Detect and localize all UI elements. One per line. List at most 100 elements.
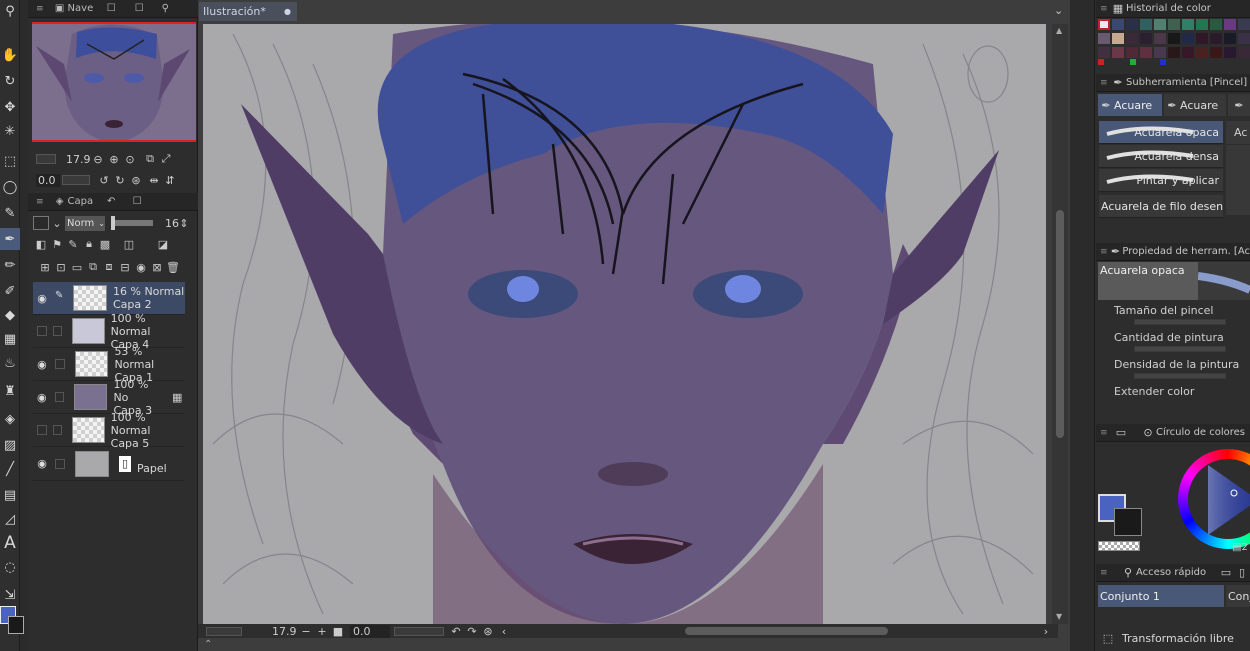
color-swatch[interactable] [1112,47,1124,58]
ruler-icon[interactable]: ◪ [155,236,171,252]
layer-row[interactable]: ◉ ✎ 16 % Normal Capa 2 [33,282,185,315]
color-swatch[interactable] [1098,33,1110,44]
color-swatch[interactable] [1224,33,1236,44]
panel-icon-2[interactable]: ▯ [1234,565,1250,581]
layer-mask-icon[interactable]: ◉ [133,259,149,275]
color-swatch[interactable] [1168,33,1180,44]
angle-value[interactable]: 0.0 [350,624,390,638]
move-tool-icon[interactable]: ✥ [0,96,20,118]
color-swatch[interactable] [1154,47,1166,58]
brush-item-side[interactable]: Ac [1226,121,1250,144]
eyedropper-tool-icon[interactable]: ✎ [0,202,20,224]
scroll-left-icon[interactable]: ‹ [496,623,512,639]
horizontal-scroll-thumb[interactable] [685,627,888,635]
apply-mask-icon[interactable]: ⊠ [149,259,165,275]
sub-color-swatch[interactable] [8,616,24,634]
color-swatch[interactable] [1238,33,1250,44]
canvas[interactable] [203,24,1046,624]
color-swatch[interactable] [1196,19,1208,30]
color-swatch[interactable] [1182,19,1194,30]
vertical-scroll-thumb[interactable] [1056,210,1064,438]
close-icon[interactable]: ● [284,7,291,16]
color-swatch[interactable] [1210,33,1222,44]
zoom-slider[interactable] [36,154,56,164]
layer-icon[interactable]: ◈ [52,194,68,210]
reset-rotation-icon[interactable]: ⊛ [128,172,144,188]
fit-window-icon[interactable]: ⧉ [142,151,158,167]
color-swatch[interactable] [1238,47,1250,58]
color-swatch[interactable] [1126,47,1138,58]
layer-row[interactable]: ◉ 53 % Normal Capa 1 [33,345,185,384]
chevron-down-icon[interactable]: ⌄ [1054,4,1063,17]
brush-item[interactable]: Acuarela de filo desenfoc [1099,195,1223,218]
merge-down-icon[interactable]: ⧈ [101,259,117,275]
expand-panel-icon[interactable]: ⌃ [204,639,212,650]
search-icon[interactable]: ⚲ [1120,565,1136,581]
color-swatch[interactable] [1168,19,1180,30]
quick-access-set-tab[interactable]: Conjunto 1 [1098,585,1224,607]
brush-item[interactable]: Pintar y aplicar [1099,169,1223,192]
layer-row[interactable]: ◉ 100 % No Capa 3 ▦ [33,378,185,417]
rotate-left-icon[interactable]: ↺ [96,172,112,188]
pen-tool-icon[interactable]: ✏ [0,254,20,276]
color-swatch[interactable] [1098,19,1110,30]
visibility-checkbox[interactable] [37,326,47,336]
stepper-icon[interactable]: ⇕ [179,215,189,231]
color-swatch[interactable] [1154,19,1166,30]
new-vector-layer-icon[interactable]: ⊡ [53,259,69,275]
brush-size-slider[interactable] [1134,319,1226,325]
frame-tool-icon[interactable]: ▤ [0,484,20,506]
color-swatch[interactable] [1160,59,1166,65]
opacity-slider[interactable] [111,216,153,230]
lock-checkbox[interactable] [52,425,63,435]
zoom-out-icon[interactable]: − [298,623,314,639]
color-wheel-icon[interactable]: ⊙ [1140,425,1156,441]
zoom-tool-icon[interactable]: ⚲ [0,0,20,22]
color-swatch[interactable] [1126,33,1138,44]
color-swatch[interactable] [1210,47,1222,58]
eye-icon[interactable]: ◉ [33,358,51,371]
lock-transparent-icon[interactable]: ▩ [97,236,113,252]
new-folder-icon[interactable]: ▭ [69,259,85,275]
color-swatch[interactable] [1224,19,1236,30]
navigator-tab[interactable]: Nave [68,3,94,14]
history-tab-icon[interactable]: ↶ [103,194,119,210]
color-swatch[interactable] [1168,47,1180,58]
nav-zoom-value[interactable]: 17.9 [66,153,91,166]
angle-slider[interactable] [62,175,90,185]
reference-icon[interactable]: ⚑ [49,236,65,252]
eye-icon[interactable]: ◉ [33,391,51,404]
reset-rotation-icon[interactable]: ⊛ [480,623,496,639]
quick-access-set2-tab[interactable]: Conj [1226,585,1250,607]
layer-row[interactable]: 100 % Normal Capa 5 [33,411,185,450]
bucket-tool-icon[interactable]: ◈ [0,408,20,430]
property-tab-icon[interactable]: ☐ [129,194,145,210]
pencil-tool-icon[interactable]: ✐ [0,280,20,302]
color-swatch[interactable] [1112,33,1124,44]
sub-color-box[interactable] [1114,508,1142,536]
chevron-down-icon[interactable]: ⌄ [49,215,65,231]
lock-checkbox[interactable] [52,326,63,336]
subtool-tab-watercolor-2[interactable]: ✒ Acuare [1164,94,1226,116]
copy-layer-icon[interactable]: ⧉ [85,259,101,275]
color-swatch[interactable] [1112,19,1124,30]
layer-color-box[interactable] [33,216,49,230]
merge-visible-icon[interactable]: ⊟ [117,259,133,275]
lock-checkbox[interactable] [55,458,65,469]
ruler-tool-icon[interactable]: ◿ [0,508,20,530]
sparkle-tool-icon[interactable]: ✳ [0,120,20,142]
hand-tool-icon[interactable]: ✋ [0,44,20,66]
panel-icon[interactable]: ▭ [1218,565,1234,581]
navigator-preview[interactable] [32,22,196,142]
mask-icon[interactable]: ◫ [121,236,137,252]
eraser-tool-icon[interactable]: ◆ [0,304,20,326]
blend-tool-icon[interactable]: ♨ [0,352,20,374]
lasso-tool-icon[interactable]: ◯ [0,176,20,198]
quick-access-item[interactable]: ⬚ Transformación libre [1100,629,1250,647]
rotate-tool-icon[interactable]: ↻ [0,70,20,92]
paint-amount-slider[interactable] [1134,346,1226,352]
layer-row[interactable]: ◉ ▯ Papel [33,447,185,481]
color-swatch[interactable] [1154,33,1166,44]
clip-icon[interactable]: ◧ [33,236,49,252]
navigator-icon[interactable]: ▣ [52,1,68,17]
